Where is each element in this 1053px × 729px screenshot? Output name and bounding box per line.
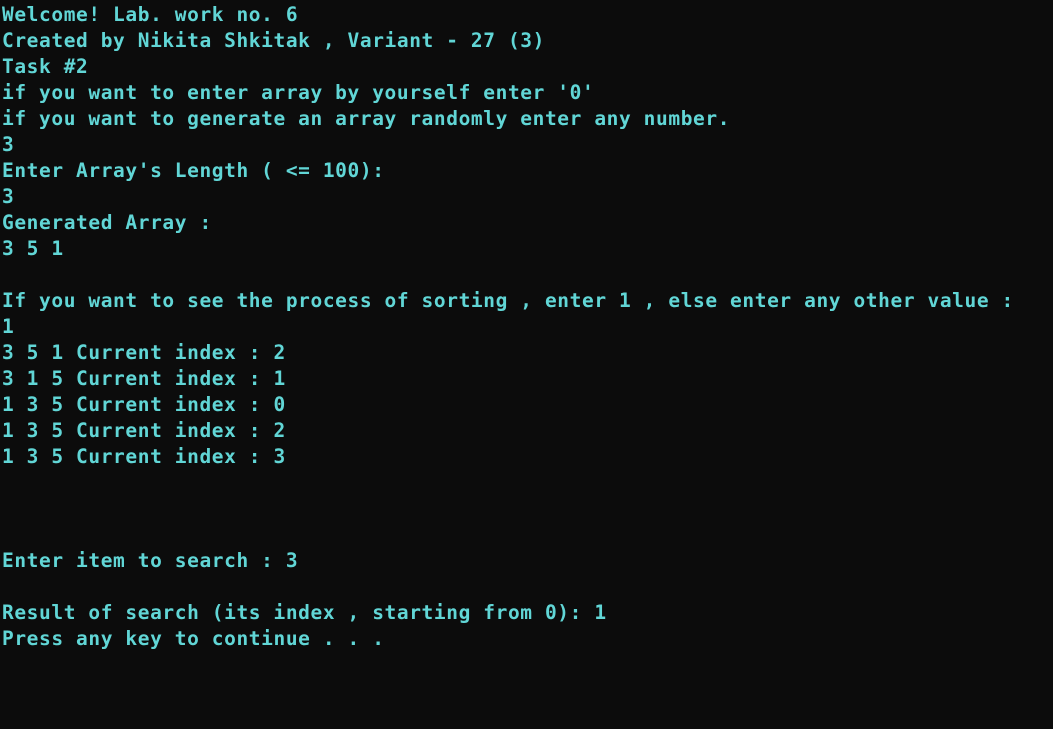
console-line-user-input: 1 bbox=[2, 315, 15, 338]
console-window[interactable]: Welcome! Lab. work no. 6 Created by Niki… bbox=[0, 0, 1053, 729]
console-line-array-values: 3 5 1 bbox=[2, 237, 64, 260]
console-line-sort-prompt: If you want to see the process of sortin… bbox=[2, 289, 1014, 312]
console-line-sort-step: 1 3 5 Current index : 3 bbox=[2, 445, 286, 468]
console-line-length-prompt: Enter Array's Length ( <= 100): bbox=[2, 159, 385, 182]
console-line-search-prompt: Enter item to search : 3 bbox=[2, 549, 299, 572]
console-line-sort-step: 3 1 5 Current index : 1 bbox=[2, 367, 286, 390]
console-line-search-result: Result of search (its index , starting f… bbox=[2, 601, 607, 624]
console-line-task: Task #2 bbox=[2, 55, 89, 78]
console-line-user-input: 3 bbox=[2, 185, 15, 208]
console-line-author: Created by Nikita Shkitak , Variant - 27… bbox=[2, 29, 545, 52]
console-line-random-hint: if you want to generate an array randoml… bbox=[2, 107, 731, 130]
console-line-user-input: 3 bbox=[2, 133, 15, 156]
console-line-generated-label: Generated Array : bbox=[2, 211, 212, 234]
console-line-sort-step: 1 3 5 Current index : 0 bbox=[2, 393, 286, 416]
console-line-sort-step: 1 3 5 Current index : 2 bbox=[2, 419, 286, 442]
console-line-sort-step: 3 5 1 Current index : 2 bbox=[2, 341, 286, 364]
console-line-continue-prompt: Press any key to continue . . . bbox=[2, 627, 385, 650]
console-line-manual-hint: if you want to enter array by yourself e… bbox=[2, 81, 595, 104]
console-line-welcome: Welcome! Lab. work no. 6 bbox=[2, 3, 299, 26]
